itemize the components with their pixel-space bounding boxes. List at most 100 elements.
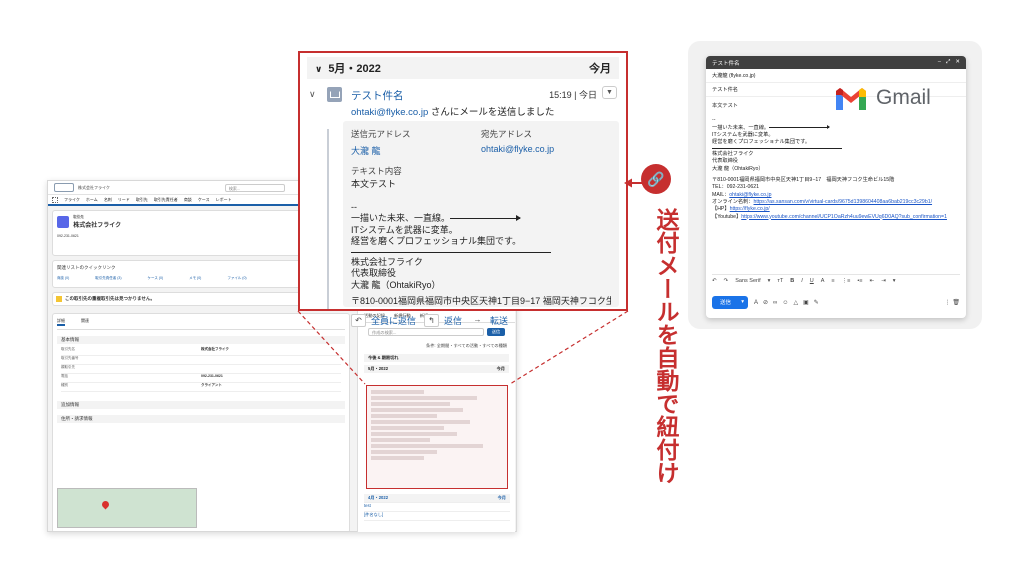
hp-link[interactable]: https://flyke.co.jp/ [730, 206, 770, 212]
later-item[interactable]: [件名なし] [364, 512, 510, 521]
quick-link[interactable]: ケース (0) [148, 276, 164, 281]
send-options-icon[interactable]: ▾ [741, 299, 744, 305]
activity-search-button[interactable]: 送信 [487, 328, 505, 336]
sf-company-header: 株式会社フライク [78, 184, 110, 190]
sf-search-input[interactable]: 検索... [224, 183, 285, 192]
attach-icon[interactable]: ⊘ [763, 300, 768, 306]
photo-icon[interactable]: ▣ [803, 300, 809, 306]
group-upcoming[interactable]: 今後 & 期限切れ [364, 354, 509, 362]
redo-icon[interactable]: ↷ [724, 278, 729, 284]
to-field[interactable]: 大瀧龍 (flyke.co.jp) [706, 69, 966, 83]
to-email-link[interactable]: ohtaki@flyke.co.jp [481, 144, 611, 154]
body-line: 本文テスト [351, 179, 397, 189]
field-label: 取引先番号 [61, 356, 79, 360]
reply-all-button[interactable]: ↶ 全員に返信 [351, 313, 416, 327]
online-label: オンライン名刺： [712, 198, 754, 205]
numbered-list-icon[interactable]: ⋮≡ [842, 278, 851, 284]
minimize-icon[interactable]: – [938, 59, 941, 65]
chevron-down-icon[interactable]: ▾ [768, 278, 771, 284]
arrow-right-icon [450, 215, 522, 222]
nav-item[interactable]: ケース [198, 197, 210, 203]
underline-icon[interactable]: U [810, 278, 814, 284]
warning-icon [56, 296, 62, 302]
nav-item[interactable]: 名刺 [104, 197, 112, 203]
tab-detail[interactable]: 詳細 [57, 318, 65, 326]
forward-icon: → [473, 314, 482, 324]
nav-item[interactable]: レポート [216, 197, 232, 203]
nav-item[interactable]: リード [118, 197, 130, 203]
section-address[interactable]: 住所・請求情報 [57, 415, 345, 423]
app-launcher-icon[interactable] [52, 196, 58, 203]
body-label: テキスト内容 [351, 166, 402, 176]
from-label: 送信元アドレス [351, 129, 411, 139]
email-time: 15:19 | 今日 [549, 90, 597, 100]
youtube-link[interactable]: https://www.youtube.com/channel/UCP1OaRz… [741, 214, 947, 220]
font-select[interactable]: Sans Serif [735, 278, 760, 284]
activity-panel: 活動の記録 新規行動 新規ToDo 作成の検索... 送信 条件: 全期間・すべ… [357, 310, 515, 532]
quick-link[interactable]: メモ (0) [189, 276, 201, 281]
signature-line: 代表取締役 [351, 268, 397, 278]
later-item[interactable]: test [364, 503, 510, 512]
online-card-link[interactable]: https://as.sansan.com/v/virtual-cards/96… [754, 199, 933, 205]
activity-filter[interactable]: 条件: 全期間・すべての活動・すべての種類 [358, 341, 515, 351]
mini-email-card[interactable] [366, 385, 508, 489]
indent-less-icon[interactable]: ⇤ [870, 278, 875, 284]
nav-item[interactable]: 取引先 [136, 197, 148, 203]
address-line: 〒810-0001福岡県福岡市中央区天神1丁目9−17 福岡天神フコク生命ビ [351, 296, 611, 306]
signature-line: 大瀧 龍（OhtakiRyo） [351, 279, 441, 290]
more-formatting-icon[interactable]: ▾ [893, 278, 896, 284]
bulleted-list-icon[interactable]: •≡ [857, 278, 862, 284]
section-basic[interactable]: 基本情報 [57, 336, 345, 344]
account-icon [57, 216, 69, 228]
email-menu-button[interactable]: ▼ [602, 86, 617, 99]
email-subject[interactable]: テスト件名 [351, 88, 404, 103]
chevron-down-icon[interactable]: ∨ [315, 64, 322, 74]
close-icon[interactable]: ✕ [955, 59, 960, 65]
window-controls: – ⤢ ✕ [933, 59, 960, 66]
quick-link[interactable]: 取引先責任者 (3) [95, 276, 121, 281]
section-extra[interactable]: 追加情報 [57, 401, 345, 409]
reply-button[interactable]: ↰ 返信 [424, 313, 462, 327]
month-bar[interactable]: ∨ 5月・2022 今月 [307, 57, 619, 79]
quick-link[interactable]: 商談 (0) [57, 276, 69, 281]
group-today-label: 今月 [496, 366, 505, 371]
italic-icon[interactable]: I [801, 278, 803, 284]
sender-email-link[interactable]: ohtaki@flyke.co.jp [351, 107, 428, 118]
nav-item[interactable]: ホーム [86, 197, 98, 203]
tab-related[interactable]: 関連 [81, 318, 89, 326]
activity-search-input[interactable]: 作成の検索... [368, 328, 484, 336]
emoji-icon[interactable]: ☺ [782, 300, 788, 306]
text-color-icon[interactable]: A [821, 278, 825, 284]
drive-icon[interactable]: △ [793, 300, 798, 306]
undo-icon[interactable]: ↶ [712, 278, 717, 284]
hp-line: 【HP】https://flyke.co.jp/ [712, 206, 960, 213]
from-name-link[interactable]: 大瀧 龍 [351, 144, 481, 157]
forward-button[interactable]: → 転送 [470, 314, 509, 327]
expand-icon[interactable]: ⤢ [946, 59, 950, 65]
signature-line: 大瀧 龍（OhtakiRyo） [712, 165, 764, 172]
email-body: 送信元アドレス 大瀧 龍 宛先アドレス ohtaki@flyke.co.jp テ… [343, 121, 619, 327]
mail-link[interactable]: ohtaki@flyke.co.jp [729, 192, 771, 198]
link-icon[interactable]: ∞ [773, 300, 777, 306]
map-image[interactable] [57, 488, 197, 528]
signature-line: 代表取締役 [712, 158, 738, 165]
align-icon[interactable]: ≡ [831, 278, 834, 284]
nav-item[interactable]: 商談 [184, 197, 192, 203]
compose-body[interactable]: 本文テスト -- 一描いた未来、一直線。 ITシステムを武器に変革。 経営を磨く… [706, 97, 966, 227]
send-button[interactable]: 送信 ▾ [712, 295, 748, 309]
field-list: 取引先名 株式会社フライク 取引先番号 親取引先 電話 092-231-0621 種… [57, 344, 345, 395]
bold-icon[interactable]: B [790, 278, 794, 284]
body-line: 経営を磨くプロフェッショナル集団です。 [351, 236, 522, 246]
more-options-icon[interactable]: ⋮ 🗑 [945, 299, 960, 306]
chevron-down-icon[interactable]: ∨ [309, 89, 316, 100]
quick-link[interactable]: ファイル (0) [227, 276, 246, 281]
group-later[interactable]: 4月・2022 今月 [364, 494, 510, 503]
tagline: 一描いた未来、一直線。 [712, 124, 770, 131]
group-month[interactable]: 5月・2022 今月 [364, 365, 509, 373]
activity-search: 作成の検索... 送信 [368, 328, 505, 336]
nav-item[interactable]: 取引先責任者 [154, 197, 178, 203]
signature-icon[interactable]: ✎ [814, 300, 819, 306]
indent-more-icon[interactable]: ⇥ [881, 278, 886, 284]
formatting-icon[interactable]: A [754, 300, 758, 306]
font-size-icon[interactable]: тT [777, 278, 783, 284]
